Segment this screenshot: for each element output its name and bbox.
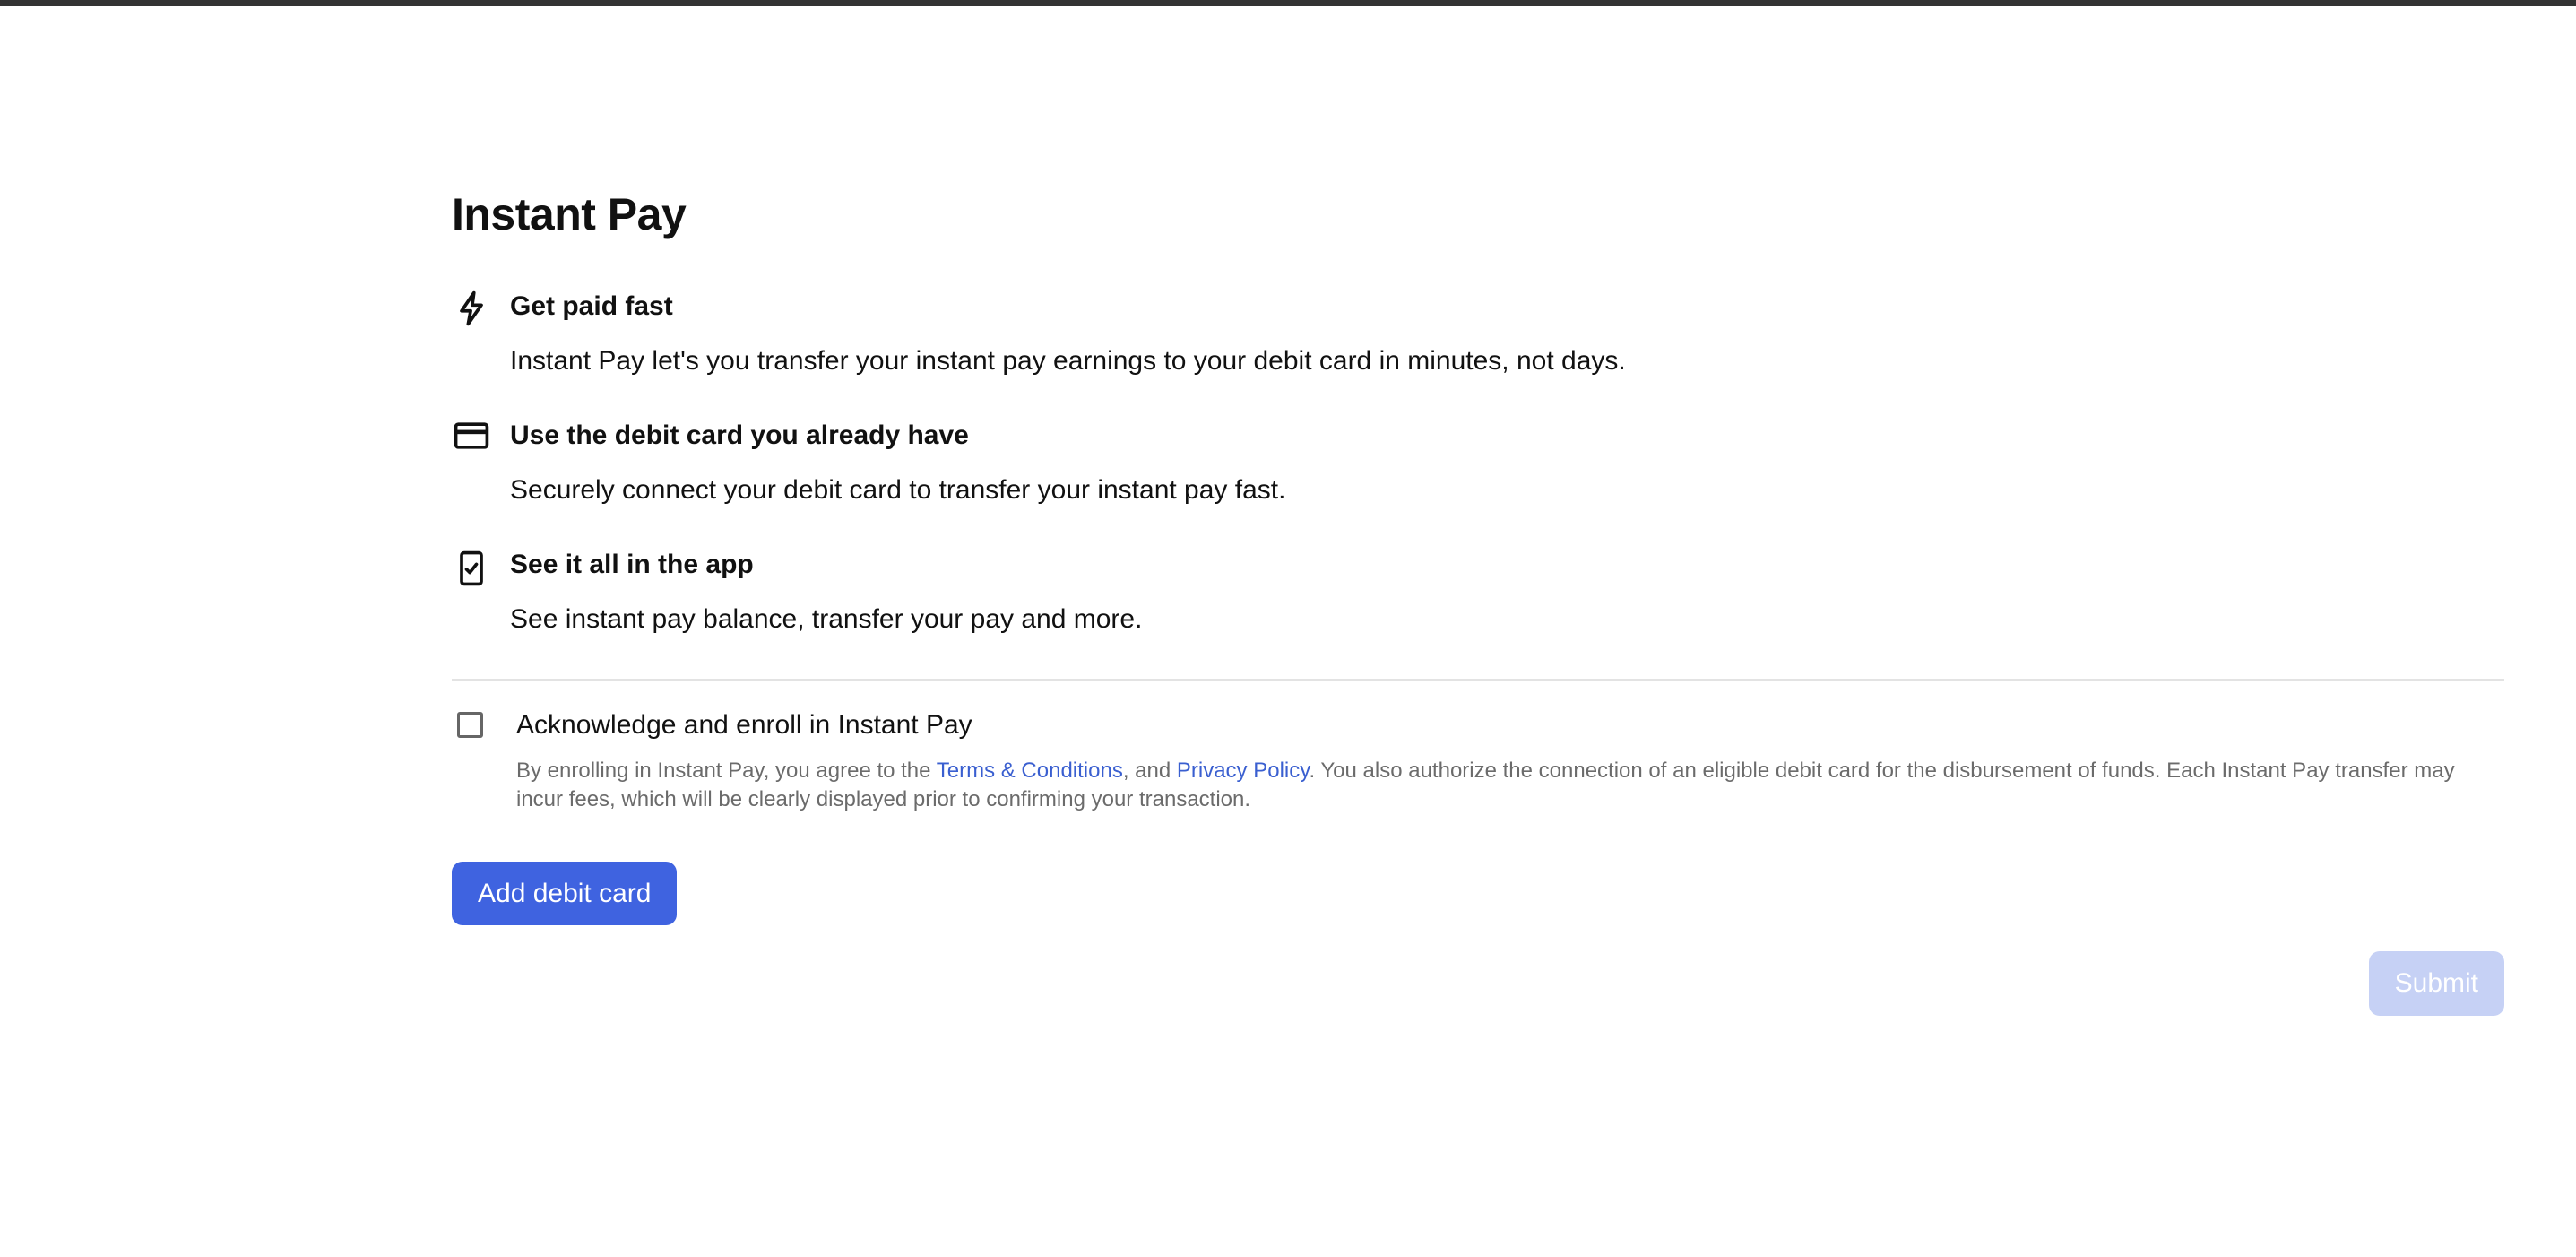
top-bar	[0, 0, 2576, 6]
feature-title: See it all in the app	[510, 550, 754, 579]
section-divider	[452, 679, 2504, 681]
privacy-link[interactable]: Privacy Policy	[1177, 759, 1310, 783]
feature-description: Securely connect your debit card to tran…	[510, 475, 1286, 505]
lightning-bolt-icon	[452, 289, 491, 328]
legal-middle: , and	[1122, 759, 1177, 783]
feature-description: Instant Pay let's you transfer your inst…	[510, 346, 1626, 376]
feature-title: Use the debit card you already have	[510, 420, 969, 450]
instant-pay-panel: Instant Pay Get paid fast Instant Pay le…	[452, 179, 2504, 925]
feature-get-paid-fast: Get paid fast Instant Pay let's you tran…	[452, 287, 2504, 381]
submit-button[interactable]: Submit	[2368, 951, 2504, 1016]
phone-check-icon	[452, 549, 491, 588]
legal-disclaimer: By enrolling in Instant Pay, you agree t…	[516, 757, 2506, 814]
feature-use-debit-card: Use the debit card you already have Secu…	[452, 416, 2504, 510]
credit-card-icon	[452, 416, 491, 455]
add-debit-card-button[interactable]: Add debit card	[452, 862, 678, 925]
page-title: Instant Pay	[452, 189, 687, 239]
terms-link[interactable]: Terms & Conditions	[937, 759, 1123, 783]
acknowledge-checkbox[interactable]	[457, 712, 483, 738]
legal-prefix: By enrolling in Instant Pay, you agree t…	[516, 759, 937, 783]
feature-description: See instant pay balance, transfer your p…	[510, 604, 1143, 634]
feature-title: Get paid fast	[510, 291, 673, 321]
feature-see-it-in-app: See it all in the app See instant pay ba…	[452, 545, 2504, 639]
acknowledge-label[interactable]: Acknowledge and enroll in Instant Pay	[516, 707, 972, 744]
